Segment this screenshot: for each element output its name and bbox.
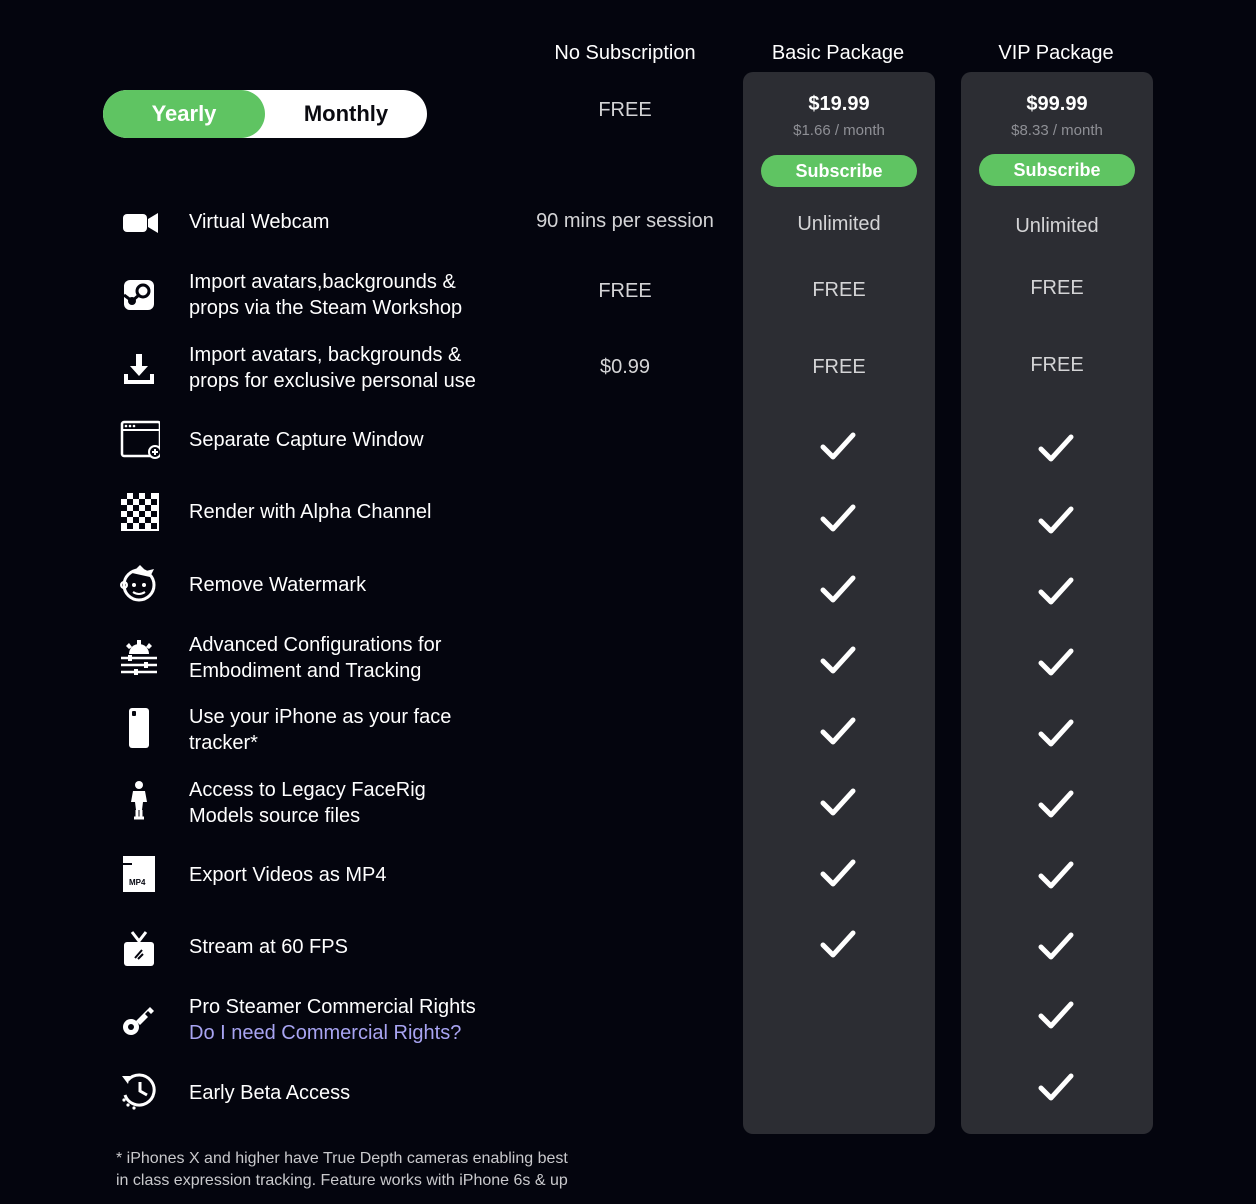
- mp4-file-icon: MP4: [123, 856, 155, 892]
- no-subscription-header: No Subscription: [554, 42, 696, 64]
- vip-checkmark-icon: [1038, 506, 1074, 534]
- feature-label-line1: Access to Legacy FaceRig: [189, 779, 426, 801]
- free-value: FREE: [598, 280, 652, 302]
- gear-sliders-icon: [121, 640, 157, 675]
- vip-checkmark-icon: [1038, 1001, 1074, 1029]
- vip-checkmark-icon: [1038, 790, 1074, 818]
- checkerboard-icon: [121, 493, 159, 531]
- vip-package-header: VIP Package: [998, 42, 1114, 64]
- vip-checkmark-icon: [1038, 1073, 1074, 1101]
- feature-label: Separate Capture Window: [189, 429, 424, 451]
- vip-checkmark-icon: [1038, 434, 1074, 462]
- free-value: $0.99: [599, 356, 651, 378]
- feature-label: Import avatars, backgrounds & props for …: [189, 342, 509, 394]
- free-value: 90 mins per session: [536, 210, 714, 232]
- feature-label-line1: Advanced Configurations for: [189, 634, 442, 656]
- feature-label: Import avatars,backgrounds & props via t…: [189, 269, 509, 321]
- vip-subscribe-button[interactable]: Subscribe: [979, 154, 1135, 186]
- iphone-footnote: * iPhones X and higher have True Depth c…: [116, 1148, 616, 1192]
- vip-checkmark-icon: [1038, 719, 1074, 747]
- feature-label-line1: Use your iPhone as your face: [189, 706, 452, 728]
- webcam-icon: [123, 213, 158, 233]
- basic-price: $19.99: [808, 93, 870, 115]
- feature-label: Pro Steamer Commercial Rights Do I need …: [189, 994, 529, 1046]
- billing-period-toggle[interactable]: Yearly Monthly: [103, 90, 427, 138]
- basic-checkmark-icon: [820, 432, 856, 460]
- vip-value: FREE: [1030, 354, 1084, 376]
- feature-label: Export Videos as MP4: [189, 864, 387, 886]
- basic-checkmark-icon: [820, 646, 856, 674]
- feature-label: Use your iPhone as your face tracker*: [189, 704, 509, 756]
- figure-icon: [131, 781, 147, 820]
- feature-label: Access to Legacy FaceRig Models source f…: [189, 777, 509, 829]
- history-icon: [122, 1073, 156, 1110]
- feature-label: Virtual Webcam: [189, 211, 330, 233]
- vip-checkmark-icon: [1038, 577, 1074, 605]
- basic-checkmark-icon: [820, 788, 856, 816]
- feature-label: Stream at 60 FPS: [189, 936, 348, 958]
- steam-icon: [123, 280, 154, 310]
- commercial-rights-link[interactable]: Do I need Commercial Rights?: [189, 1020, 529, 1046]
- iphone-icon: [129, 708, 149, 748]
- avatar-face-icon: [120, 565, 156, 602]
- basic-value: FREE: [812, 279, 866, 301]
- feature-label: Early Beta Access: [189, 1082, 351, 1104]
- vip-checkmark-icon: [1038, 861, 1074, 889]
- feature-label-line2: props for exclusive personal use: [189, 370, 476, 392]
- vip-value: Unlimited: [1015, 215, 1099, 237]
- basic-package-header: Basic Package: [771, 42, 905, 64]
- feature-label-line1: Import avatars,backgrounds &: [189, 271, 456, 293]
- feature-label-line2: props via the Steam Workshop: [189, 297, 463, 319]
- basic-checkmark-icon: [820, 504, 856, 532]
- basic-checkmark-icon: [820, 575, 856, 603]
- basic-checkmark-icon: [820, 930, 856, 958]
- vip-price: $99.99: [1026, 93, 1088, 115]
- no-subscription-price: FREE: [598, 99, 652, 121]
- basic-value: Unlimited: [797, 213, 881, 235]
- basic-per-month: $1.66 / month: [793, 122, 885, 139]
- feature-label-line2: Models source files: [189, 805, 361, 827]
- yearly-option[interactable]: Yearly: [103, 90, 265, 138]
- vip-per-month: $8.33 / month: [1011, 122, 1103, 139]
- feature-label-line1: Import avatars, backgrounds &: [189, 344, 462, 366]
- download-icon: [124, 354, 154, 384]
- vip-checkmark-icon: [1038, 648, 1074, 676]
- feature-label: Advanced Configurations for Embodiment a…: [189, 632, 509, 684]
- mp4-icon-text: MP4: [129, 878, 146, 887]
- basic-checkmark-icon: [820, 717, 856, 745]
- feature-label: Render with Alpha Channel: [189, 501, 432, 523]
- capture-window-icon: [120, 420, 160, 459]
- key-icon: [123, 1007, 154, 1035]
- feature-label-line1: Pro Steamer Commercial Rights: [189, 996, 476, 1018]
- footnote-line1: * iPhones X and higher have True Depth c…: [116, 1150, 568, 1167]
- basic-subscribe-button[interactable]: Subscribe: [761, 155, 917, 187]
- vip-checkmark-icon: [1038, 932, 1074, 960]
- basic-value: FREE: [812, 356, 866, 378]
- vip-value: FREE: [1030, 277, 1084, 299]
- feature-label: Remove Watermark: [189, 574, 367, 596]
- tv-icon: [124, 931, 154, 966]
- footnote-line2: in class expression tracking. Feature wo…: [116, 1172, 568, 1189]
- feature-label-line2: tracker*: [189, 732, 258, 754]
- monthly-option[interactable]: Monthly: [265, 90, 427, 138]
- basic-checkmark-icon: [820, 859, 856, 887]
- feature-label-line2: Embodiment and Tracking: [189, 660, 422, 682]
